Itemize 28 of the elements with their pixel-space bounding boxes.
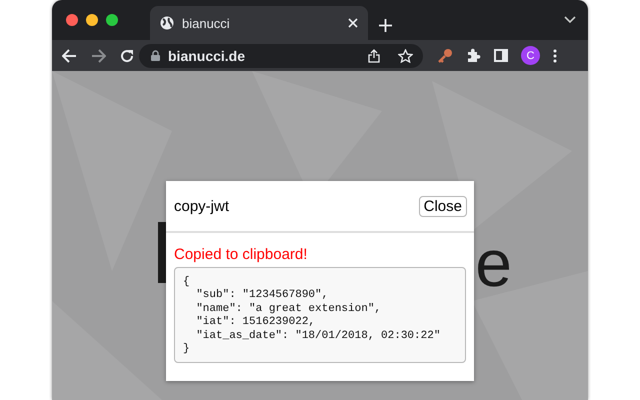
- share-icon[interactable]: [368, 48, 380, 62]
- new-tab-icon[interactable]: [379, 19, 392, 32]
- json-output: { "sub": "1234567890", "name": "a great extension", "iat": 1516239022, "iat_as_date": "18/01/2018, 02:30:22" }: [174, 267, 466, 364]
- back-icon[interactable]: [62, 48, 77, 62]
- maximize-window-control[interactable]: [106, 14, 118, 26]
- lock-icon: [151, 50, 160, 61]
- close-window-control[interactable]: [66, 14, 78, 26]
- profile-avatar[interactable]: C: [521, 46, 540, 65]
- status-message: Copied to clipboard!: [174, 246, 308, 263]
- tab-title: bianucci: [182, 16, 231, 30]
- close-button[interactable]: Close: [418, 196, 467, 216]
- chevron-down-icon[interactable]: [564, 16, 576, 23]
- puzzle-icon[interactable]: [466, 48, 481, 63]
- reload-icon[interactable]: [120, 48, 134, 62]
- address-bar[interactable]: bianucci.de: [139, 44, 423, 68]
- key-icon[interactable]: [437, 48, 453, 64]
- page-heading: e: [475, 238, 512, 288]
- url-text: bianucci.de: [168, 48, 246, 64]
- popup-title: copy-jwt: [174, 198, 230, 214]
- forward-icon[interactable]: [91, 48, 106, 62]
- close-icon[interactable]: [348, 18, 358, 28]
- star-icon[interactable]: [398, 48, 413, 62]
- minimize-window-control[interactable]: [86, 14, 98, 26]
- menu-icon[interactable]: [553, 48, 557, 62]
- globe-icon: [160, 16, 174, 30]
- letter-stroke: [158, 222, 166, 283]
- sidebar-icon[interactable]: [494, 49, 508, 62]
- browser-tab[interactable]: bianucci: [150, 6, 368, 40]
